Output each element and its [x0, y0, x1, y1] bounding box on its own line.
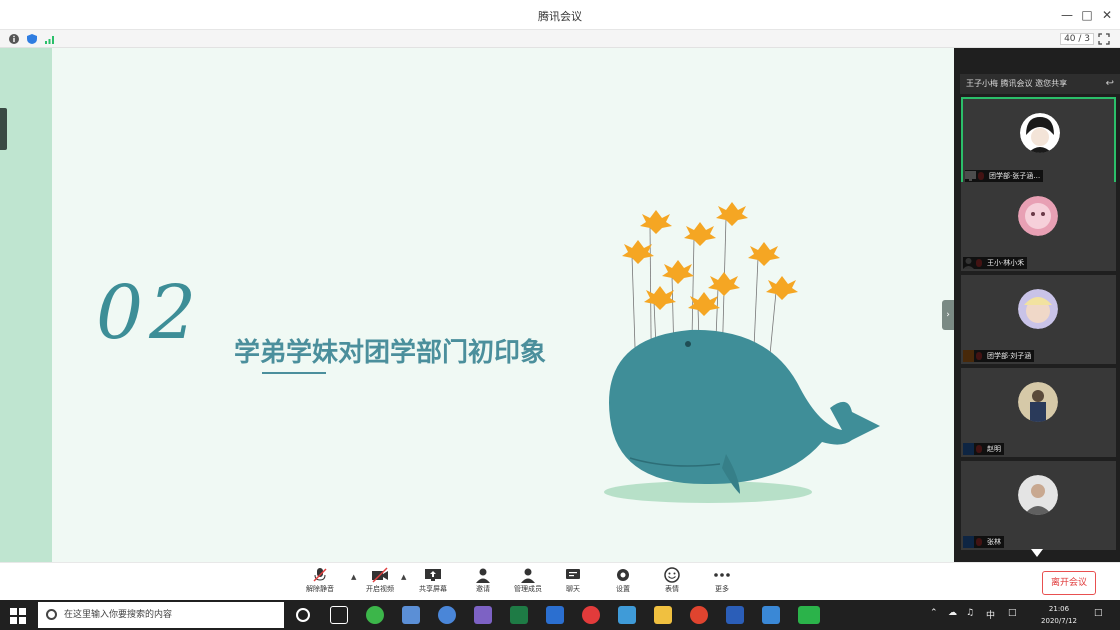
- windows-start-icon[interactable]: [10, 608, 26, 624]
- app-window: 腾讯会议 — □ ✕ 40 / 3 02 学弟学妹对团学部门初印象 › 王子小梅…: [0, 0, 1120, 630]
- title-underline: [262, 372, 326, 374]
- video-meeting-app-icon[interactable]: [546, 606, 564, 624]
- taskbar-clock[interactable]: 21:06 2020/7/12: [1038, 603, 1080, 627]
- emoji-icon: [664, 567, 680, 583]
- fullscreen-icon[interactable]: [1098, 33, 1110, 45]
- chrome-icon[interactable]: [690, 606, 708, 624]
- cortana-icon[interactable]: [296, 608, 310, 622]
- participant-tile[interactable]: 王小·林小禾: [961, 182, 1116, 271]
- share-screen-button[interactable]: 共享屏幕: [413, 567, 453, 599]
- members-icon: [521, 568, 535, 583]
- settings-icon: [617, 569, 629, 581]
- avatar: [1018, 382, 1058, 422]
- participant-name: 团学部·刘子涵: [963, 350, 1035, 362]
- netease-music-icon[interactable]: [582, 606, 600, 624]
- more-icon: [714, 573, 730, 577]
- slide-number: 02: [96, 270, 203, 356]
- screen-share-icon: [425, 569, 441, 581]
- participant-name: 赵明: [963, 443, 1004, 455]
- tray-expand-icon[interactable]: ⌃: [930, 608, 938, 618]
- taskbar-search-input[interactable]: 在这里输入你要搜索的内容: [38, 602, 284, 628]
- signal-icon[interactable]: [44, 33, 56, 45]
- participant-tile[interactable]: 张林: [961, 461, 1116, 550]
- minimize-icon[interactable]: —: [1058, 6, 1076, 24]
- participant-name: 王小·林小禾: [963, 257, 1028, 269]
- whale-illustration: [604, 202, 880, 503]
- invite-label: 邀请: [476, 585, 490, 593]
- collapse-panel-handle[interactable]: ›: [942, 300, 954, 330]
- network-icon[interactable]: ☁: [948, 608, 957, 618]
- participant-name: 团学部·张子涵…: [965, 170, 1044, 182]
- file-explorer-icon[interactable]: [654, 606, 672, 624]
- volume-icon[interactable]: ♫: [966, 608, 974, 618]
- settings-button[interactable]: 设置: [603, 567, 643, 599]
- unmute-button[interactable]: 解除静音: [300, 567, 340, 599]
- excel-icon[interactable]: [510, 606, 528, 624]
- settings-label: 设置: [616, 585, 630, 593]
- unmute-label: 解除静音: [306, 585, 334, 593]
- close-icon[interactable]: ✕: [1098, 6, 1116, 24]
- media-app-icon[interactable]: [474, 606, 492, 624]
- invite-button[interactable]: 邀请: [463, 567, 503, 599]
- avatar: [1018, 475, 1058, 515]
- start-video-button[interactable]: 开启视频: [360, 567, 400, 599]
- left-panel-toggle[interactable]: [0, 108, 7, 150]
- info-icon[interactable]: [8, 33, 20, 45]
- ime-mode-icon[interactable]: □: [1008, 608, 1017, 618]
- share-screen-label: 共享屏幕: [419, 585, 447, 593]
- photos-icon[interactable]: [762, 606, 780, 624]
- clock-time: 21:06: [1048, 605, 1070, 613]
- feather-app-icon[interactable]: [438, 606, 456, 624]
- microphone-icon: [313, 568, 327, 582]
- windows-taskbar: 在这里输入你要搜索的内容 ⌃ ☁ ♫ 中 □ 21:06 2020/7/12 □: [0, 600, 1120, 630]
- app-360-icon[interactable]: [366, 606, 384, 624]
- emoji-label: 表情: [665, 585, 679, 593]
- title-bar: 腾讯会议 — □ ✕: [0, 0, 1120, 30]
- page-indicator: 40 / 3: [1060, 33, 1094, 45]
- manage-members-label: 管理成员: [514, 585, 542, 593]
- y-app-icon[interactable]: [618, 606, 636, 624]
- panel-header: 王子小梅 腾讯会议 邀您共享 ↩: [960, 74, 1120, 94]
- chat-icon: [566, 569, 580, 579]
- clock-date: 2020/7/12: [1041, 617, 1077, 625]
- meeting-info-bar: 40 / 3: [0, 30, 1120, 48]
- chat-label: 聊天: [566, 585, 580, 593]
- task-view-icon[interactable]: [330, 606, 348, 624]
- emoji-button[interactable]: 表情: [652, 567, 692, 599]
- avatar: [1018, 289, 1058, 329]
- audio-options-caret[interactable]: ▲: [351, 573, 356, 581]
- participant-tile[interactable]: 团学部·张子涵…: [961, 97, 1116, 186]
- notification-icon[interactable]: □: [1094, 608, 1103, 618]
- wechat-icon[interactable]: [798, 606, 820, 624]
- window-title: 腾讯会议: [538, 10, 582, 23]
- participant-tile[interactable]: 团学部·刘子涵: [961, 275, 1116, 364]
- word-icon[interactable]: [726, 606, 744, 624]
- panel-header-text: 王子小梅 腾讯会议 邀您共享: [966, 79, 1068, 88]
- browser-icon[interactable]: [402, 606, 420, 624]
- search-placeholder: 在这里输入你要搜索的内容: [64, 610, 173, 620]
- more-button[interactable]: 更多: [702, 567, 742, 599]
- participant-name: 张林: [963, 536, 1004, 548]
- back-arrow-icon[interactable]: ↩: [1106, 74, 1114, 94]
- avatar: [1020, 113, 1060, 153]
- ime-indicator[interactable]: 中: [986, 608, 995, 621]
- slide-title: 学弟学妹对团学部门初印象: [234, 338, 547, 368]
- meeting-toolbar: 解除静音 ▲ 开启视频 ▲ 共享屏幕 邀请 管理成员 聊天 设置 表情 更多 离…: [0, 562, 1120, 600]
- participant-tile[interactable]: 赵明: [961, 368, 1116, 457]
- more-label: 更多: [715, 585, 729, 593]
- slide-left-band: [0, 48, 52, 562]
- manage-members-button[interactable]: 管理成员: [508, 567, 548, 599]
- shared-screen: 02 学弟学妹对团学部门初印象 ›: [0, 48, 954, 562]
- start-video-label: 开启视频: [366, 585, 394, 593]
- search-icon: [46, 609, 57, 620]
- chat-button[interactable]: 聊天: [553, 567, 593, 599]
- maximize-icon[interactable]: □: [1078, 6, 1096, 24]
- leave-meeting-button[interactable]: 离开会议: [1042, 571, 1096, 595]
- invite-icon: [476, 568, 490, 583]
- scroll-down-icon[interactable]: [1031, 549, 1043, 557]
- shield-icon[interactable]: [26, 33, 38, 45]
- camera-icon: [372, 567, 388, 583]
- video-options-caret[interactable]: ▲: [401, 573, 406, 581]
- avatar: [1018, 196, 1058, 236]
